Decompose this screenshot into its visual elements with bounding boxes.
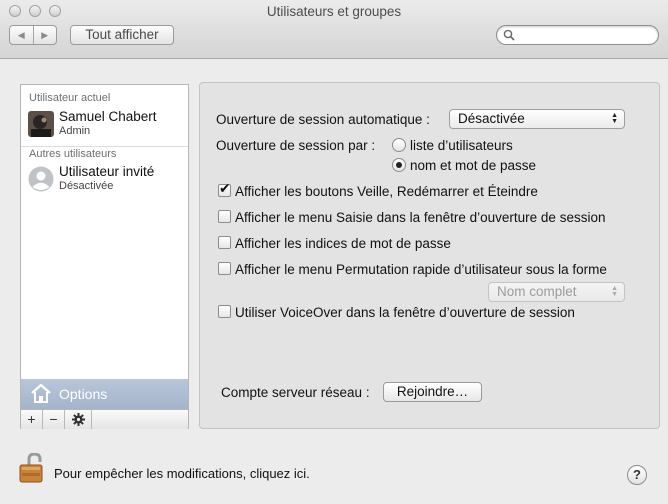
forward-arrow-icon: ▶ [41,29,49,40]
checkbox-fast-user-switching-label: Afficher le menu Permutation rapide d’ut… [235,262,607,277]
checkbox-voiceover[interactable] [218,305,231,318]
lock-button[interactable] [19,452,47,486]
checkmark-icon: ✔ [219,180,231,196]
guest-user-status: Désactivée [59,180,114,192]
current-user-heading: Utilisateur actuel [29,92,111,104]
gear-icon [71,413,85,426]
lock-message: Pour empêcher les modifications, cliquez… [54,466,310,481]
checkbox-password-hints-label: Afficher les indices de mot de passe [235,236,451,251]
window-title: Utilisateurs et groupes [266,4,402,19]
checkbox-sleep-restart-shutdown-label: Afficher les boutons Veille, Redémarrer … [235,184,538,199]
popup-arrows-icon: ▲ ▼ [611,112,618,125]
checkbox-input-menu[interactable] [218,210,231,223]
checkbox-password-hints[interactable] [218,236,231,249]
auto-login-value: Désactivée [458,111,525,126]
radio-user-list-label: liste d’utilisateurs [410,138,513,153]
fast-switch-format-popup[interactable]: Nom complet ▲ ▼ [488,282,625,302]
search-field[interactable] [496,25,659,45]
avatar [28,111,54,137]
current-user-role: Admin [59,125,91,137]
action-menu-button[interactable] [65,410,92,429]
auto-login-popup[interactable]: Désactivée ▲ ▼ [449,109,625,129]
back-arrow-icon: ◀ [17,29,25,40]
add-user-button[interactable]: + [21,410,43,429]
radio-name-password[interactable] [392,158,406,172]
back-button[interactable]: ◀ [10,26,33,44]
fast-switch-format-value: Nom complet [497,284,577,299]
guest-avatar-icon [28,166,54,192]
network-account-label: Compte serveur réseau : [221,385,370,400]
options-label: Options [59,386,108,402]
divider [21,146,188,147]
login-by-label: Ouverture de session par : [216,138,376,153]
checkbox-input-menu-label: Afficher le menu Saisie dans la fenêtre … [235,210,606,225]
forward-button[interactable]: ▶ [32,26,57,44]
popup-arrows-icon: ▲ ▼ [611,285,618,298]
show-all-button[interactable]: Tout afficher [70,25,174,45]
radio-name-password-label: nom et mot de passe [410,158,537,173]
unlocked-padlock-icon [19,452,43,483]
back-forward-control: ◀ ▶ [9,25,57,45]
search-icon [503,29,515,41]
checkbox-voiceover-label: Utiliser VoiceOver dans la fenêtre d’ouv… [235,305,575,320]
auto-login-label: Ouverture de session automatique : [216,112,430,127]
help-button[interactable]: ? [627,465,647,485]
checkbox-fast-user-switching[interactable] [218,262,231,275]
login-options-panel: Ouverture de session automatique : Désac… [199,82,660,429]
user-list-panel: Utilisateur actuel Samuel Chabert Admin … [20,84,189,429]
user-row-guest[interactable]: Utilisateur invité Désactivée [21,163,188,197]
current-user-name: Samuel Chabert [59,109,157,124]
search-input[interactable] [517,27,647,43]
checkbox-sleep-restart-shutdown[interactable]: ✔ [218,180,231,197]
window-titlebar: Utilisateurs et groupes ◀ ▶ Tout affiche… [0,0,668,59]
guest-user-name: Utilisateur invité [59,164,155,179]
user-row-current[interactable]: Samuel Chabert Admin [21,108,188,142]
list-action-bar: + − [21,409,188,429]
remove-user-button[interactable]: − [43,410,65,429]
join-button[interactable]: Rejoindre… [383,382,482,402]
radio-user-list[interactable] [392,138,406,152]
radio-selected-dot [396,162,402,168]
house-icon [31,383,51,403]
other-users-heading: Autres utilisateurs [29,148,117,160]
sidebar-item-options[interactable]: Options [21,379,188,409]
